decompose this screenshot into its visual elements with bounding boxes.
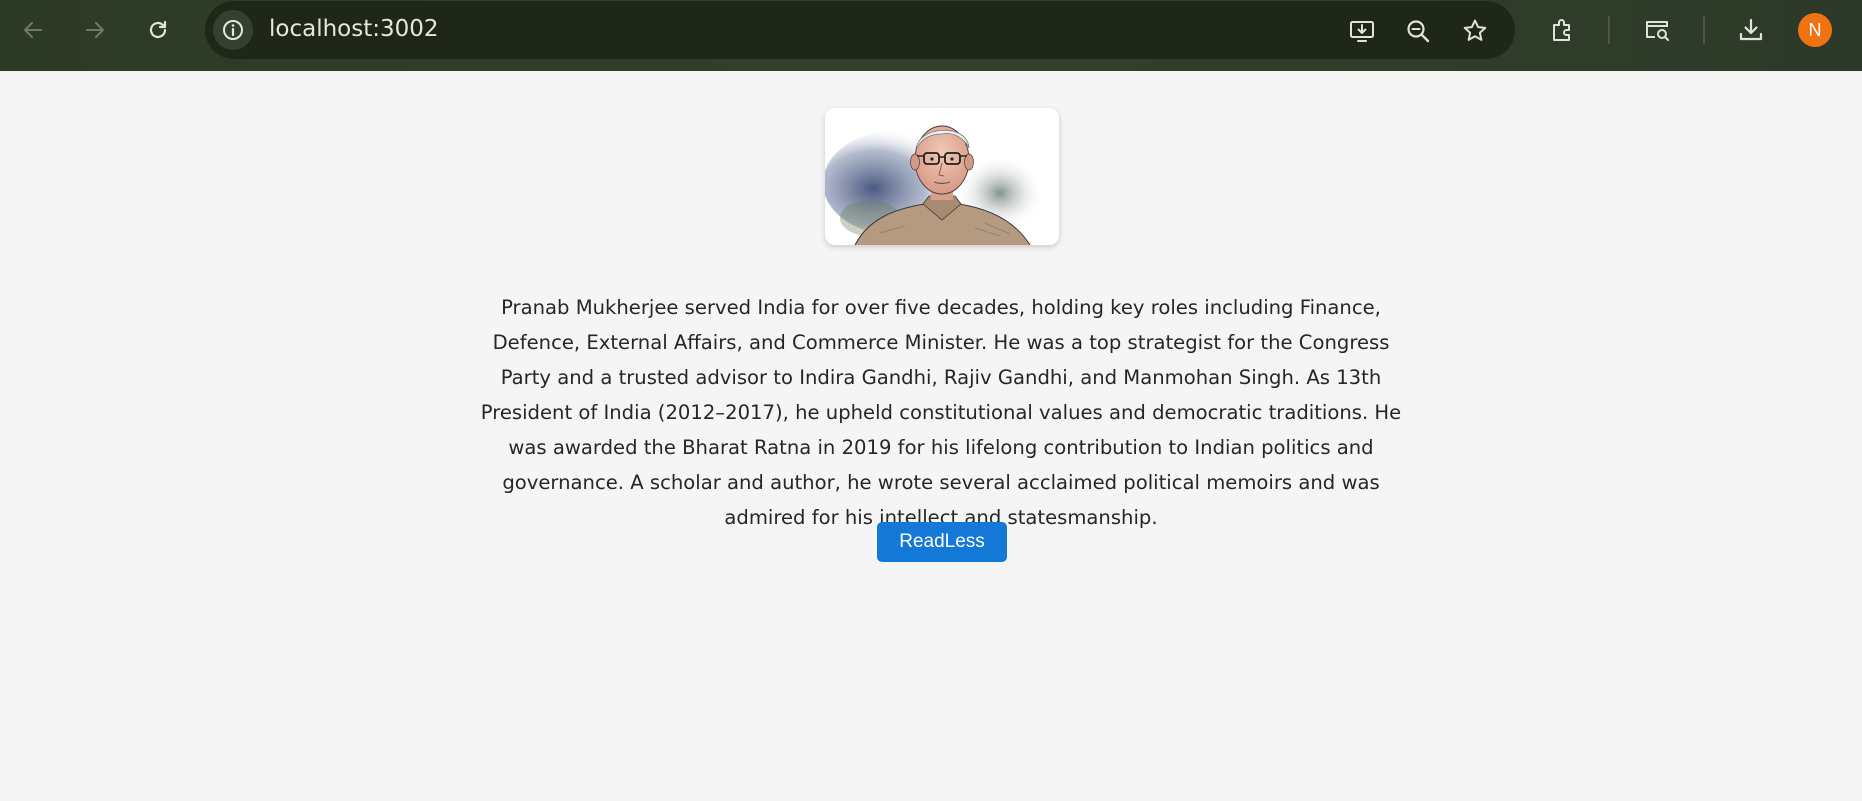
pranab-mukherjee-portrait bbox=[825, 108, 1059, 245]
download-icon bbox=[1739, 18, 1763, 41]
bookmark-button[interactable] bbox=[1459, 15, 1491, 47]
zoom-out-icon bbox=[1407, 20, 1430, 43]
browser-toolbar: localhost:3002 N bbox=[0, 0, 1862, 71]
address-bar[interactable]: localhost:3002 bbox=[205, 1, 1515, 59]
read-less-button[interactable]: ReadLess bbox=[877, 522, 1007, 562]
portrait-image bbox=[825, 108, 1059, 245]
profile-avatar[interactable]: N bbox=[1798, 13, 1832, 47]
back-button[interactable] bbox=[16, 13, 50, 47]
install-app-icon bbox=[1350, 21, 1374, 42]
arrow-left-icon bbox=[24, 22, 42, 38]
arrow-right-icon bbox=[86, 22, 104, 38]
extensions-button[interactable] bbox=[1546, 13, 1580, 47]
site-info-button[interactable] bbox=[213, 10, 253, 50]
install-app-button[interactable] bbox=[1346, 15, 1378, 47]
reload-icon bbox=[149, 20, 167, 39]
url-text[interactable]: localhost:3002 bbox=[269, 16, 439, 42]
tab-search-button[interactable] bbox=[1640, 13, 1674, 47]
tab-search-icon bbox=[1646, 21, 1669, 41]
bio-paragraph: Pranab Mukherjee served India for over f… bbox=[480, 296, 1402, 529]
toolbar-separator bbox=[1703, 16, 1705, 44]
puzzle-icon bbox=[1553, 19, 1570, 41]
toolbar-separator bbox=[1608, 16, 1610, 44]
zoom-button[interactable] bbox=[1402, 15, 1434, 47]
star-icon bbox=[1463, 19, 1487, 41]
reload-button[interactable] bbox=[141, 13, 175, 47]
forward-button[interactable] bbox=[78, 13, 112, 47]
downloads-button[interactable] bbox=[1734, 13, 1768, 47]
info-icon bbox=[223, 20, 243, 40]
